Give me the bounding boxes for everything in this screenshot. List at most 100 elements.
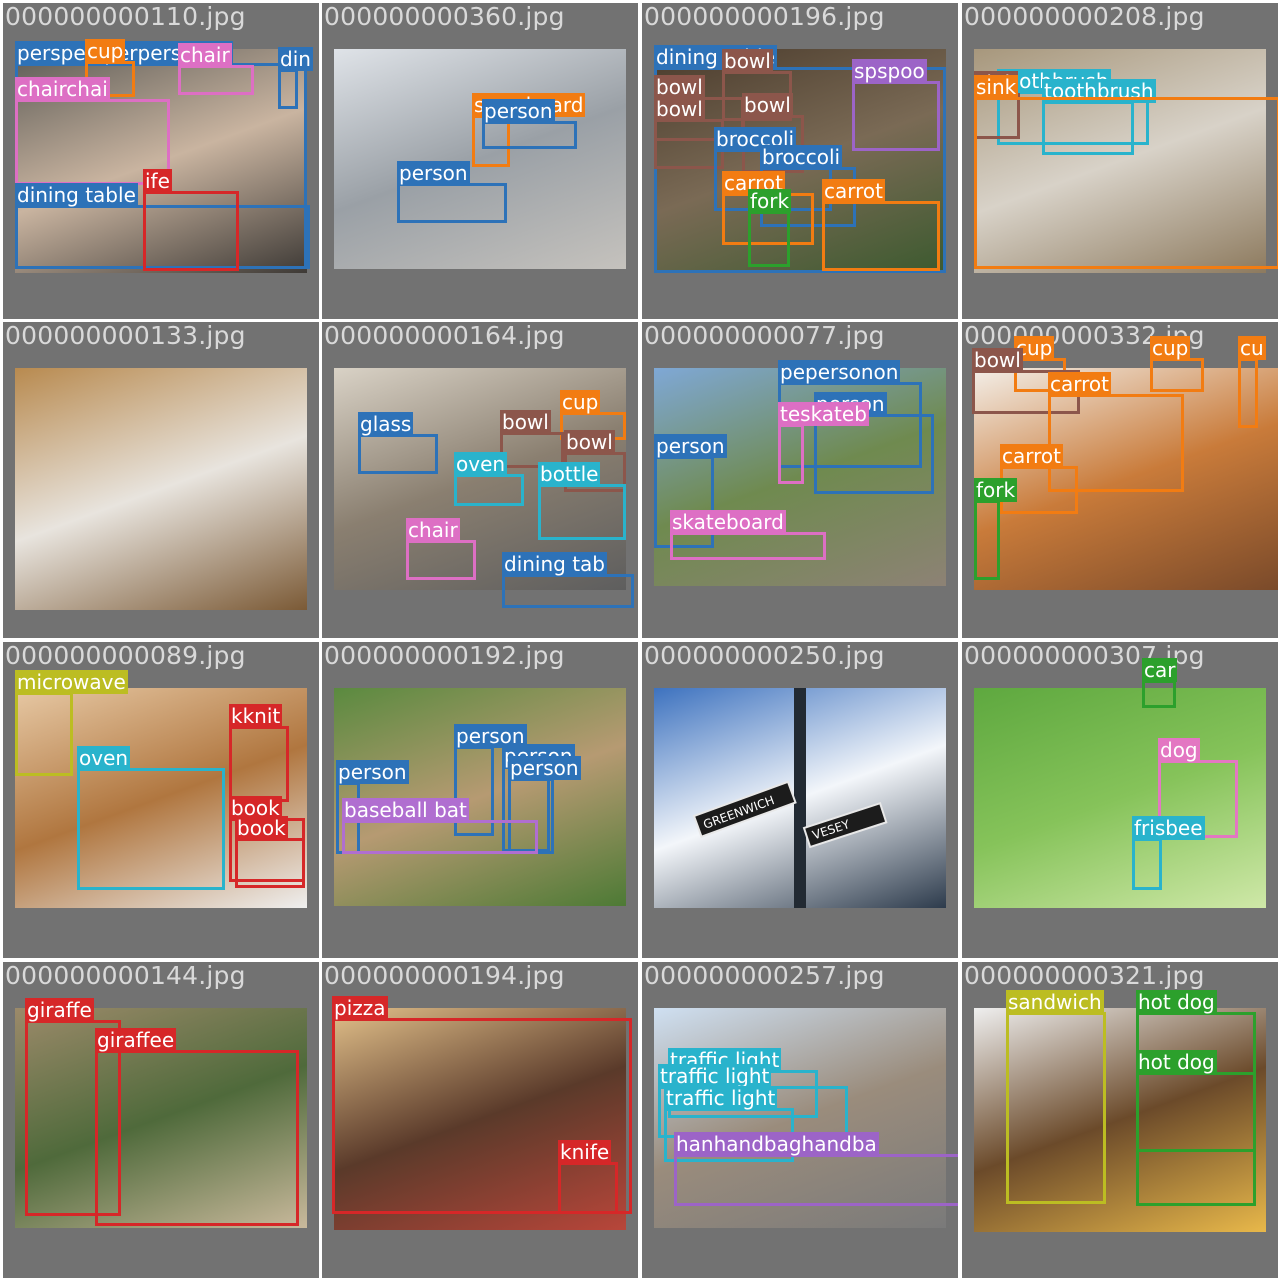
detection-label: knife [558, 1140, 612, 1164]
detection-box-giraffe [95, 1050, 299, 1226]
detection-label: oven [454, 452, 508, 476]
detection-label: ife [143, 169, 172, 193]
detection-label: pizza [332, 996, 388, 1020]
image-mosaic: 000000000110.jpgperspersperpersononcupch… [0, 0, 1280, 1280]
detection-label: bowl [564, 430, 615, 454]
street-sign-graphic: GREENWICH VESEY [692, 688, 888, 908]
mosaic-tile: 000000000196.jpg dining table bowl bowl bowl… [642, 3, 958, 319]
tile-photo [15, 368, 307, 610]
detection-label: hanhandbaghandba [674, 1132, 879, 1156]
street-sign: GREENWICH [692, 780, 797, 838]
detection-label: kknit [229, 704, 283, 728]
detection-label: traffic light [658, 1064, 772, 1088]
detection-label: dining table [15, 183, 138, 207]
detection-box-dining-table [502, 574, 634, 608]
mosaic-tile: 000000000110.jpgperspersperpersononcupch… [3, 3, 319, 319]
detection-box-baseball-bat [342, 820, 538, 854]
detection-label: bowl [500, 410, 551, 434]
detection-label: traffic light [664, 1086, 778, 1110]
detection-box-person [814, 414, 934, 494]
detection-label: baseball bat [342, 798, 469, 822]
detection-label: person [508, 756, 581, 780]
mosaic-tile: 000000000208.jpgtoothbrushtoothbrushsink… [962, 3, 1278, 319]
mosaic-tile: 000000000133.jpgbedteddy [3, 322, 319, 638]
mosaic-tile: 000000000194.jpg pizza knife [322, 962, 638, 1278]
detection-label: person [336, 760, 409, 784]
detection-label: car [1142, 658, 1178, 682]
tile-filename: 000000000321.jpg [964, 962, 1205, 990]
detection-box-knife [143, 191, 239, 271]
mosaic-tile: 000000000077.jpg pepersonon person tеskateb… [642, 322, 958, 638]
detection-box-cup [1238, 358, 1258, 428]
detection-label: cup [560, 390, 601, 414]
detection-box-carrot [822, 201, 940, 271]
detection-box-glass [358, 434, 438, 474]
detection-box-hot-dog [1136, 1072, 1256, 1206]
tile-photo: GREENWICH VESEY [654, 688, 946, 908]
tile-filename: 000000000089.jpg [5, 642, 246, 670]
mosaic-tile: 000000000332.jpg cup cup cu bowl carrot carrot… [962, 322, 1278, 638]
detection-box-microwave [15, 692, 73, 776]
tile-filename: 000000000208.jpg [964, 3, 1205, 31]
tile-filename: 000000000360.jpg [324, 3, 565, 31]
detection-label: hot dog [1136, 990, 1217, 1014]
detection-box-bottle [538, 484, 626, 540]
detection-label: bowl [654, 97, 705, 121]
detection-box-dining-table [278, 69, 298, 109]
mosaic-tile: 000000000360.jpgsnowboardpersonperson [322, 3, 638, 319]
detection-label: bowl [722, 49, 773, 73]
detection-label: cup [85, 39, 126, 63]
detection-label: tеskateb [778, 402, 869, 426]
detection-box-knife [229, 726, 289, 802]
detection-box-spoon [852, 81, 940, 151]
detection-box-car [1142, 680, 1176, 708]
mosaic-tile: 000000000321.jpg sandwich hot dog hot dog [962, 962, 1278, 1278]
street-pole [794, 688, 806, 908]
detection-label: carrot [1000, 444, 1063, 468]
tile-filename: 000000000257.jpg [644, 962, 885, 990]
detection-label: person [397, 161, 470, 185]
detection-label: din [278, 47, 313, 71]
tile-filename: 000000000077.jpg [644, 322, 885, 350]
tile-filename: 000000000194.jpg [324, 962, 565, 990]
detection-box-frisbee [1132, 838, 1162, 890]
detection-label: fork [974, 478, 1018, 502]
detection-box-fork [748, 211, 790, 267]
detection-label: giraffe [25, 998, 94, 1022]
tile-filename: 000000000164.jpg [324, 322, 565, 350]
mosaic-tile: 000000000192.jpgpersonpersonpersonperson… [322, 642, 638, 958]
detection-box-cup [1150, 358, 1204, 392]
detection-label: dog [1158, 738, 1200, 762]
detection-box-fork [974, 500, 1000, 580]
detection-label: bowl [972, 348, 1023, 372]
detection-label: microwave [15, 670, 128, 694]
detection-label: giraffee [95, 1028, 177, 1052]
detection-box-oven [454, 474, 524, 506]
mosaic-tile: 000000000257.jpg traffic light traffic lig… [642, 962, 958, 1278]
mosaic-tile: 000000000164.jpg cup bowl bowl oven bottle cha… [322, 322, 638, 638]
detection-box-oven [77, 768, 225, 890]
tile-filename: 000000000110.jpg [5, 3, 246, 31]
detection-box-skateboard [778, 424, 804, 484]
detection-box-sandwich [1006, 1012, 1106, 1204]
detection-box-chair [178, 65, 254, 95]
detection-label: oven [77, 746, 131, 770]
detection-label: frisbee [1132, 816, 1205, 840]
mosaic-tile: 000000000089.jpg microwave oven kknit book bo… [3, 642, 319, 958]
detection-box-skateboard [670, 532, 826, 560]
detection-label: sandwich [1006, 990, 1104, 1014]
tile-filename: 000000000196.jpg [644, 3, 885, 31]
detection-label: bowl [742, 93, 793, 117]
detection-label: pepersonon [778, 360, 901, 384]
detection-box-person [482, 121, 577, 149]
detection-label: hot dog [1136, 1050, 1217, 1074]
detection-box-chair [406, 540, 476, 580]
mosaic-tile: GREENWICH VESEY 000000000250.jpg [642, 642, 958, 958]
detection-box-carrot [974, 97, 1278, 269]
tile-filename: 000000000133.jpg [5, 322, 246, 350]
detection-label: chair [178, 43, 232, 67]
mosaic-tile: 000000000144.jpg giraffe giraffee [3, 962, 319, 1278]
detection-label: person [654, 434, 727, 458]
detection-box-knife [558, 1162, 618, 1214]
tile-filename: 000000000192.jpg [324, 642, 565, 670]
